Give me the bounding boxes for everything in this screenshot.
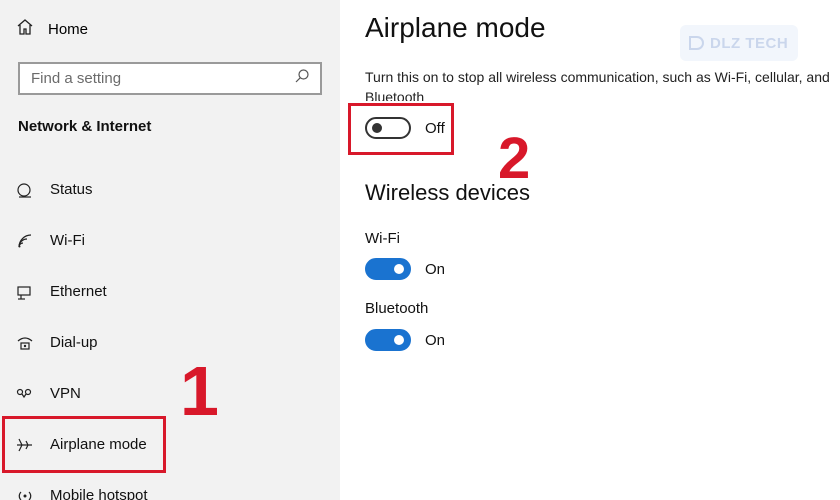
vpn-icon xyxy=(16,385,34,403)
sidebar-item-label: Dial-up xyxy=(50,334,98,351)
sidebar-item-label: VPN xyxy=(50,385,81,402)
bluetooth-toggle[interactable] xyxy=(365,329,411,351)
sidebar-item-status[interactable]: Status xyxy=(0,164,340,215)
search-input[interactable] xyxy=(31,70,281,87)
step-1-highlight-box xyxy=(2,416,166,473)
wifi-toggle-row[interactable]: On xyxy=(365,258,445,280)
airplane-mode-description: Turn this on to stop all wireless commun… xyxy=(365,69,830,101)
wifi-toggle[interactable] xyxy=(365,258,411,280)
bluetooth-state: On xyxy=(425,331,446,349)
toggle-knob xyxy=(394,335,404,345)
sidebar-item-label: Ethernet xyxy=(50,283,107,300)
sidebar-item-ethernet[interactable]: Ethernet xyxy=(0,266,340,317)
step-2-highlight-box xyxy=(348,103,454,155)
home-label: Home xyxy=(48,20,89,38)
sidebar-item-dial-up[interactable]: Dial-up xyxy=(0,317,340,368)
section-title: Network & Internet xyxy=(18,118,152,135)
status-icon xyxy=(16,181,34,199)
wifi-icon xyxy=(16,232,34,250)
sidebar-item-wifi[interactable]: Wi-Fi xyxy=(0,215,340,266)
sidebar-item-vpn[interactable]: VPN xyxy=(0,368,340,419)
search-box[interactable] xyxy=(18,62,322,95)
home-nav-item[interactable]: Home xyxy=(16,16,88,42)
ethernet-icon xyxy=(16,283,34,301)
bluetooth-label: Bluetooth xyxy=(365,300,429,317)
wireless-devices-heading: Wireless devices xyxy=(365,180,531,205)
dial-up-icon xyxy=(16,334,34,352)
wifi-label: Wi-Fi xyxy=(365,230,400,247)
watermark-mark-icon xyxy=(689,36,704,50)
watermark-logo: DLZ TECH xyxy=(680,25,798,61)
step-1-marker: 1 xyxy=(180,352,219,430)
sidebar-item-label: Status xyxy=(50,181,93,198)
sidebar-item-label: Mobile hotspot xyxy=(50,487,148,500)
page-title: Airplane mode xyxy=(365,12,546,43)
settings-sidebar: Home Network & Internet Status Wi-Fi Eth… xyxy=(0,0,340,500)
toggle-knob xyxy=(394,264,404,274)
settings-main-panel: Airplane mode Turn this on to stop all w… xyxy=(340,0,840,500)
bluetooth-toggle-row[interactable]: On xyxy=(365,329,445,351)
sidebar-item-mobile-hotspot[interactable]: Mobile hotspot xyxy=(0,470,340,500)
search-icon[interactable] xyxy=(294,68,310,89)
watermark-text: DLZ TECH xyxy=(710,34,789,52)
sidebar-item-label: Wi-Fi xyxy=(50,232,85,249)
home-icon xyxy=(16,18,34,40)
wifi-state: On xyxy=(425,260,446,278)
hotspot-icon xyxy=(16,487,34,500)
